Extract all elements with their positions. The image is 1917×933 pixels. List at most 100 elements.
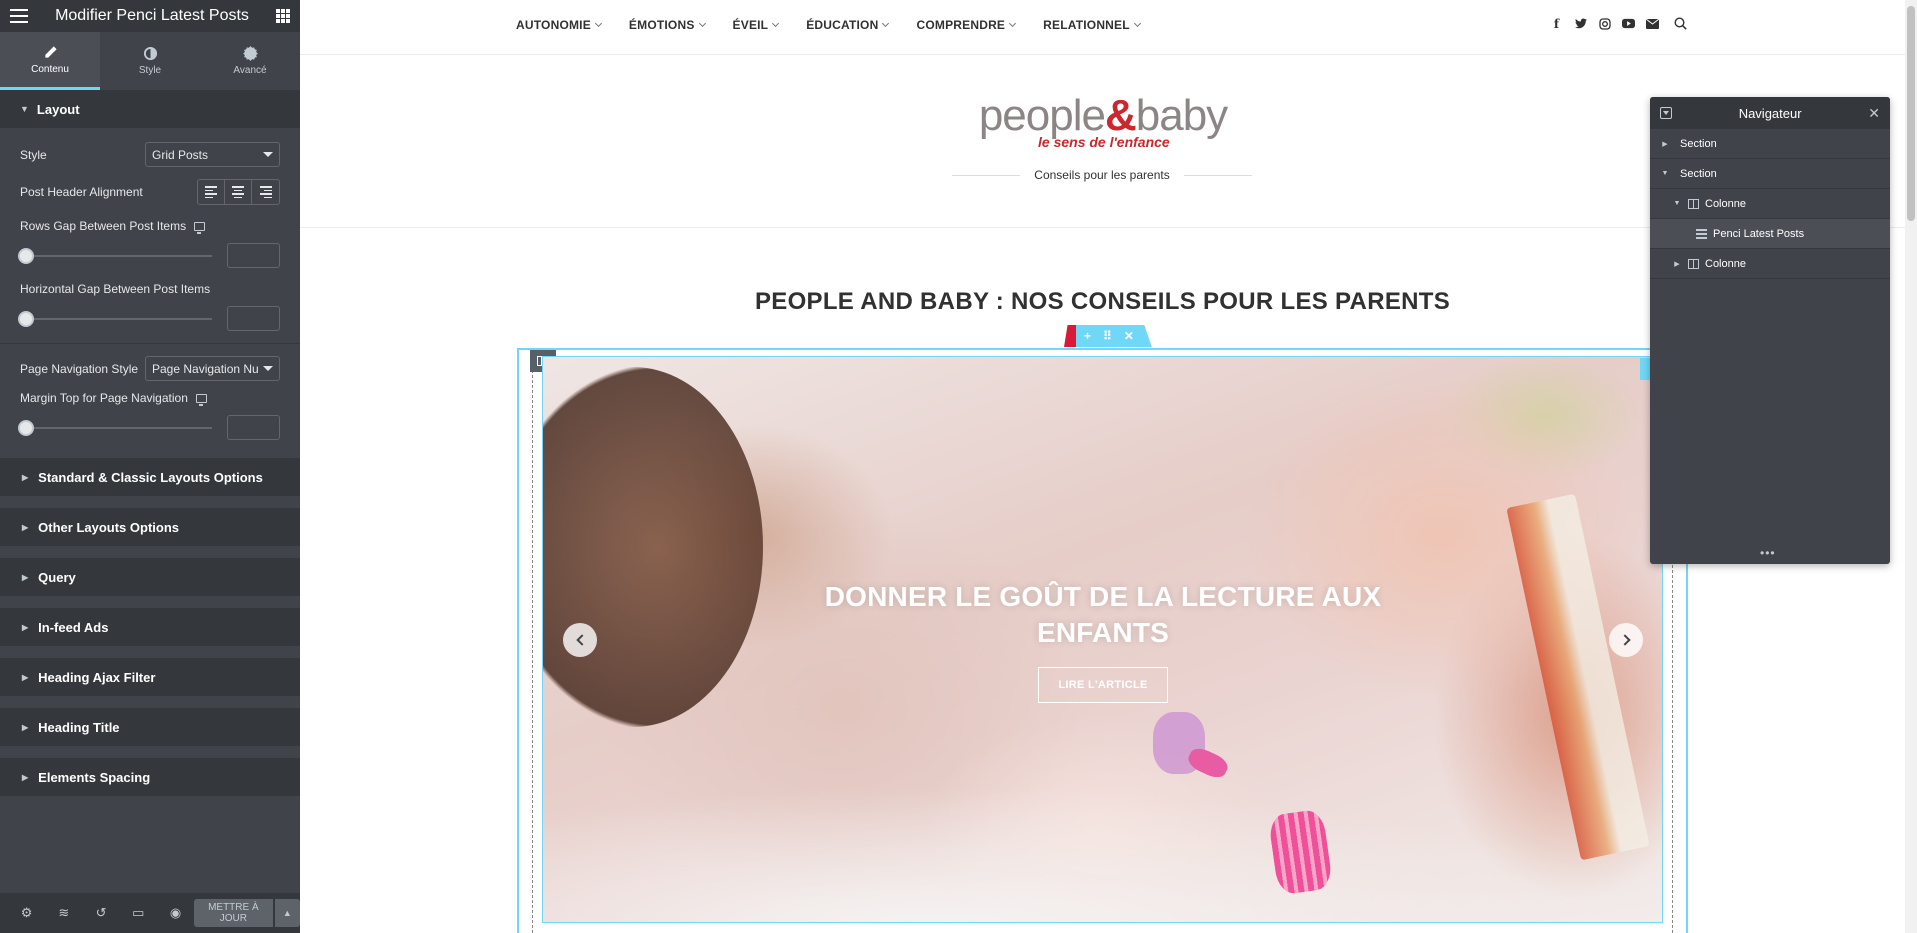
navigator-item-label: Penci Latest Posts — [1713, 227, 1805, 240]
chevron-down-icon — [1009, 19, 1017, 28]
slider-next-button[interactable] — [1609, 623, 1643, 657]
section-query[interactable]: ▶ Query — [0, 558, 300, 596]
navigator-item-widget[interactable]: Penci Latest Posts — [1650, 219, 1890, 249]
drag-handle-icon[interactable]: ⠿ — [1103, 329, 1112, 343]
section-heading-ajax-filter[interactable]: ▶ Heading Ajax Filter — [0, 658, 300, 696]
main-menu: AUTONOMIE ÉMOTIONS ÉVEIL ÉDUCATION COMPR… — [516, 18, 1168, 32]
slider-handle[interactable] — [18, 247, 34, 264]
rows-gap-slider[interactable] — [18, 247, 212, 264]
site-tagline: Conseils pour les parents — [952, 168, 1252, 182]
panel-title: Modifier Penci Latest Posts — [55, 7, 249, 24]
navigator-item-column[interactable]: ▶ Colonne — [1650, 249, 1890, 279]
menu-item-autonomie[interactable]: AUTONOMIE — [516, 18, 602, 32]
layout-section-header[interactable]: ▼ Layout — [0, 90, 300, 128]
section-elements-spacing[interactable]: ▶ Elements Spacing — [0, 758, 300, 796]
chevron-down-icon — [1133, 19, 1141, 28]
control-label: Page Navigation Style — [20, 361, 139, 376]
slider-handle[interactable] — [18, 419, 34, 436]
tab-contenu[interactable]: Contenu — [0, 32, 100, 90]
widget-toolbar: + ⠿ ✕ — [1076, 325, 1152, 347]
layers-icon[interactable]: ≋ — [45, 893, 82, 933]
menu-label: ÉVEIL — [732, 18, 769, 32]
add-icon[interactable]: + — [1084, 329, 1091, 343]
close-icon[interactable]: ✕ — [1868, 105, 1880, 122]
margin-top-input[interactable] — [227, 415, 280, 440]
section-other-layouts[interactable]: ▶ Other Layouts Options — [0, 508, 300, 546]
twitter-icon[interactable] — [1574, 17, 1587, 30]
menu-item-emotions[interactable]: ÉMOTIONS — [629, 18, 706, 32]
navigator-header: Navigateur ✕ — [1650, 97, 1890, 129]
section-standard-classic[interactable]: ▶ Standard & Classic Layouts Options — [0, 458, 300, 496]
chevron-down-icon — [772, 19, 780, 28]
site-logo[interactable]: people&baby le sens de l'enfance — [978, 94, 1228, 151]
horizontal-gap-control: Horizontal Gap Between Post Items — [18, 282, 280, 331]
mail-icon[interactable] — [1646, 17, 1659, 30]
collapse-all-icon[interactable] — [1660, 107, 1672, 119]
divider — [0, 343, 300, 344]
slide-title[interactable]: DONNER LE GOÛT DE LA LECTURE AUX ENFANTS — [823, 579, 1383, 651]
horizontal-gap-input[interactable] — [227, 306, 280, 331]
read-article-button[interactable]: LIRE L'ARTICLE — [1038, 667, 1168, 703]
section-handle-tab[interactable] — [1064, 325, 1076, 347]
menu-item-education[interactable]: ÉDUCATION — [806, 18, 890, 32]
navigator-item-label: Section — [1680, 167, 1717, 180]
update-button[interactable]: METTRE À JOUR — [194, 899, 273, 927]
scrollbar-thumb[interactable] — [1907, 6, 1915, 221]
menu-label: AUTONOMIE — [516, 18, 591, 32]
facebook-icon[interactable]: f — [1550, 17, 1563, 31]
caret-right-icon: ▶ — [22, 622, 29, 632]
align-left-button[interactable] — [198, 180, 225, 204]
preview-eye-icon[interactable]: ◉ — [157, 893, 194, 933]
search-icon[interactable] — [1674, 17, 1687, 30]
navigator-item-column[interactable]: ▼ Colonne — [1650, 189, 1890, 219]
slider-prev-button[interactable] — [563, 623, 597, 657]
section-title: In-feed Ads — [38, 619, 109, 635]
chevron-down-icon — [698, 19, 706, 28]
widgets-grid-icon[interactable] — [276, 9, 290, 23]
section-title: Elements Spacing — [38, 769, 151, 785]
margin-top-slider[interactable] — [18, 419, 212, 436]
update-options-chevron-icon[interactable]: ▲ — [274, 899, 301, 927]
slider-handle[interactable] — [18, 310, 34, 327]
navigator-item-section[interactable]: ▶ Section — [1650, 129, 1890, 159]
chevron-down-icon — [882, 19, 890, 28]
youtube-icon[interactable] — [1622, 17, 1635, 30]
desktop-icon[interactable] — [194, 221, 206, 234]
history-icon[interactable]: ↺ — [82, 893, 119, 933]
contrast-icon — [143, 46, 157, 61]
instagram-icon[interactable] — [1598, 17, 1611, 30]
featured-slider[interactable]: DONNER LE GOÛT DE LA LECTURE AUX ENFANTS… — [542, 356, 1663, 923]
menu-icon[interactable] — [10, 9, 28, 23]
dropdown-arrow-icon — [263, 366, 273, 371]
dropdown-arrow-icon — [263, 152, 273, 157]
desktop-icon[interactable] — [195, 393, 207, 406]
navigator-item-label: Colonne — [1705, 197, 1746, 210]
rows-gap-input[interactable] — [227, 243, 280, 268]
header-align-control: Post Header Alignment — [20, 179, 280, 205]
menu-item-comprendre[interactable]: COMPRENDRE — [916, 18, 1017, 32]
responsive-icon[interactable]: ▭ — [120, 893, 157, 933]
navigator-item-section[interactable]: ▼ Section — [1650, 159, 1890, 189]
page-scrollbar[interactable] — [1905, 0, 1917, 933]
section-infeed-ads[interactable]: ▶ In-feed Ads — [0, 608, 300, 646]
tab-label: Contenu — [31, 63, 69, 75]
settings-icon[interactable]: ⚙ — [8, 893, 45, 933]
menu-item-eveil[interactable]: ÉVEIL — [732, 18, 780, 32]
tab-avance[interactable]: Avancé — [200, 32, 300, 90]
close-icon[interactable]: ✕ — [1124, 329, 1134, 343]
navigator-title: Navigateur — [1738, 105, 1802, 121]
margin-top-control: Margin Top for Page Navigation — [18, 391, 280, 440]
page-nav-style-select[interactable]: Page Navigation Numbers — [145, 356, 280, 381]
control-label: Style — [20, 147, 47, 162]
style-select[interactable]: Grid Posts — [145, 142, 280, 167]
resize-handle-icon[interactable]: ••• — [1760, 546, 1776, 560]
section-heading-title[interactable]: ▶ Heading Title — [0, 708, 300, 746]
align-right-button[interactable] — [252, 180, 279, 204]
navigator-panel: Navigateur ✕ ▶ Section ▼ Section ▼ Colon… — [1650, 97, 1890, 564]
align-center-button[interactable] — [225, 180, 252, 204]
menu-item-relationnel[interactable]: RELATIONNEL — [1043, 18, 1141, 32]
tagline-text: Conseils pour les parents — [1034, 168, 1170, 182]
pencil-icon — [44, 45, 57, 58]
tab-style[interactable]: Style — [100, 32, 200, 90]
horizontal-gap-slider[interactable] — [18, 310, 212, 327]
